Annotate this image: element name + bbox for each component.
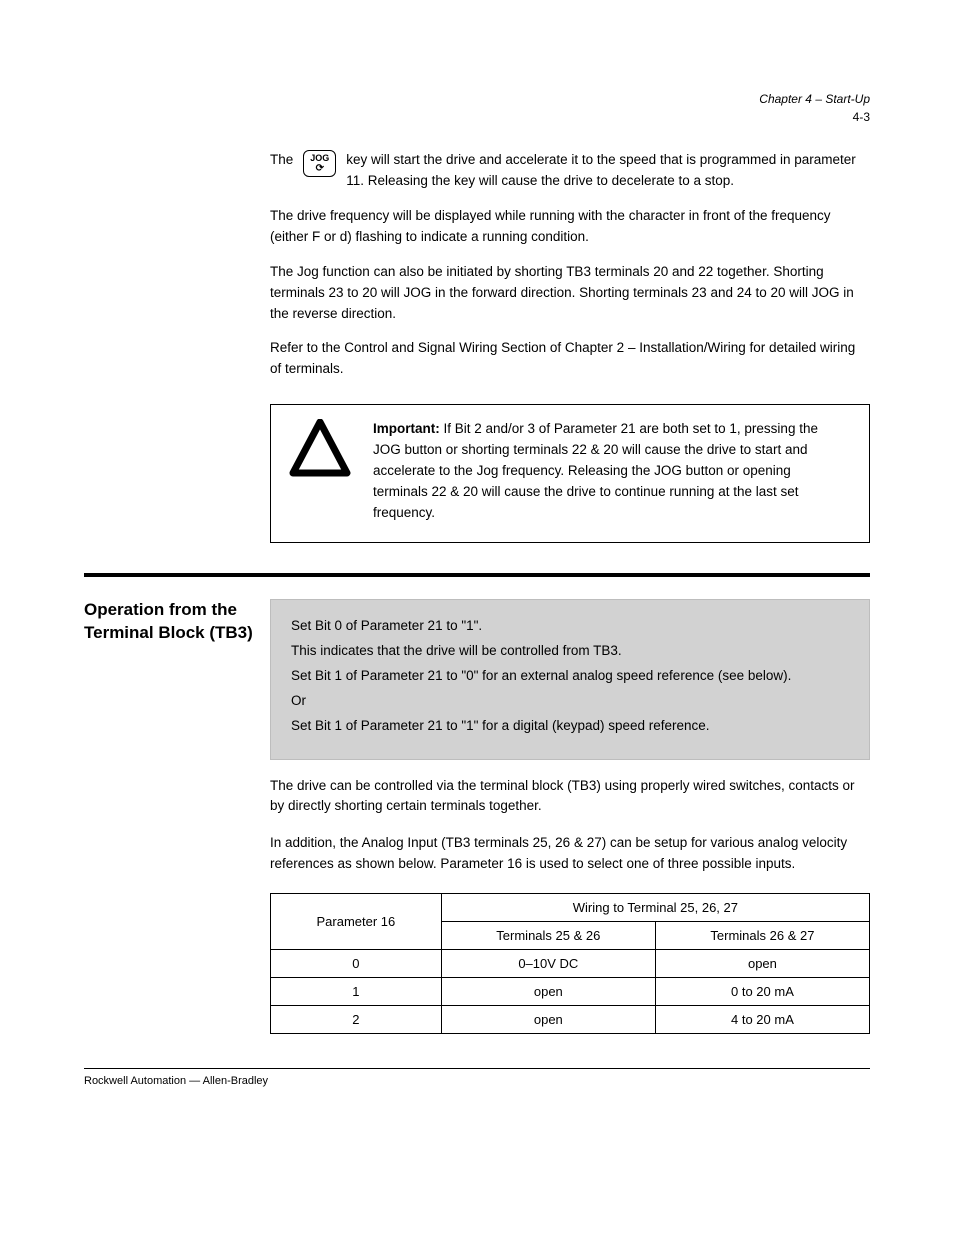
analog-input-table: Parameter 16 Wiring to Terminal 25, 26, … <box>270 893 870 1034</box>
table-cell: 0 to 20 mA <box>655 978 869 1006</box>
table-subheader: Terminals 26 & 27 <box>655 922 869 950</box>
table-cell: 4 to 20 mA <box>655 1006 869 1034</box>
body-paragraph: Refer to the Control and Signal Wiring S… <box>270 338 870 380</box>
jog-key-label: JOG <box>310 154 329 163</box>
jog-key-arrow-icon: ⟳ <box>310 164 329 174</box>
table-header: Wiring to Terminal 25, 26, 27 <box>441 894 869 922</box>
chapter-title: Chapter 4 – Start-Up <box>759 90 870 108</box>
parameter-settings-box: Set Bit 0 of Parameter 21 to "1". This i… <box>270 599 870 760</box>
page-header: Chapter 4 – Start-Up 4-3 <box>759 90 870 126</box>
jog-key-icon: JOG ⟳ <box>303 150 336 177</box>
body-paragraph: The drive can be controlled via the term… <box>270 776 870 818</box>
page-footer: Rockwell Automation — Allen-Bradley <box>84 1068 870 1087</box>
important-callout: Important: If Bit 2 and/or 3 of Paramete… <box>270 404 870 543</box>
section-heading: Operation from the Terminal Block (TB3) <box>84 599 270 645</box>
footer-left: Rockwell Automation — Allen-Bradley <box>84 1075 268 1087</box>
warning-triangle-icon <box>289 419 351 477</box>
table-cell: open <box>441 978 655 1006</box>
table-cell: open <box>441 1006 655 1034</box>
jog-para-prefix: The <box>270 150 293 171</box>
gray-line: Set Bit 1 of Parameter 21 to "1" for a d… <box>291 716 849 737</box>
table-cell: 2 <box>271 1006 442 1034</box>
gray-line: Set Bit 1 of Parameter 21 to "0" for an … <box>291 666 849 687</box>
jog-paragraph: The JOG ⟳ key will start the drive and a… <box>270 150 870 192</box>
table-row: 1 open 0 to 20 mA <box>271 978 870 1006</box>
important-heading: Important: <box>373 421 440 436</box>
page-number: 4-3 <box>759 108 870 126</box>
table-header: Parameter 16 <box>271 894 442 950</box>
table-cell: 0 <box>271 950 442 978</box>
gray-line: This indicates that the drive will be co… <box>291 641 849 662</box>
jog-para-text: key will start the drive and accelerate … <box>346 150 870 192</box>
body-paragraph: In addition, the Analog Input (TB3 termi… <box>270 833 870 875</box>
table-subheader: Terminals 25 & 26 <box>441 922 655 950</box>
body-paragraph: The Jog function can also be initiated b… <box>270 262 870 325</box>
important-body: If Bit 2 and/or 3 of Parameter 21 are bo… <box>373 421 818 520</box>
gray-line: Or <box>291 691 849 712</box>
gray-line: Set Bit 0 of Parameter 21 to "1". <box>291 616 849 637</box>
table-row: 2 open 4 to 20 mA <box>271 1006 870 1034</box>
table-row: 0 0–10V DC open <box>271 950 870 978</box>
table-cell: 1 <box>271 978 442 1006</box>
table-cell: 0–10V DC <box>441 950 655 978</box>
body-paragraph: The drive frequency will be displayed wh… <box>270 206 870 248</box>
table-cell: open <box>655 950 869 978</box>
section-divider <box>84 573 870 577</box>
